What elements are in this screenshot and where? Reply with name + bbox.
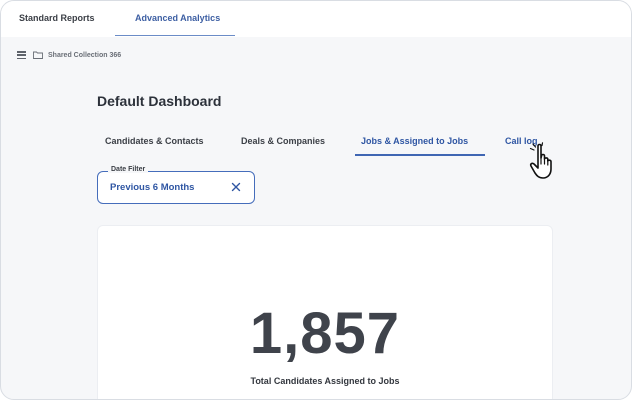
top-tab-bar: Standard Reports Advanced Analytics [1, 1, 631, 37]
collection-name[interactable]: Shared Collection 366 [48, 52, 121, 59]
tab-advanced-analytics[interactable]: Advanced Analytics [135, 13, 220, 23]
tab-candidates-contacts[interactable]: Candidates & Contacts [105, 136, 204, 146]
metric-value: 1,857 [249, 301, 401, 366]
hand-pointer-icon [529, 142, 552, 179]
metric-label: Total Candidates Assigned to Jobs [250, 376, 400, 386]
close-icon[interactable] [230, 181, 242, 193]
tab-jobs-assigned[interactable]: Jobs & Assigned to Jobs [361, 136, 468, 146]
breadcrumb: Shared Collection 366 [17, 49, 121, 61]
tab-deals-companies[interactable]: Deals & Companies [241, 136, 325, 146]
date-filter[interactable]: Date Filter Previous 6 Months [97, 166, 255, 204]
active-tab-indicator [115, 35, 235, 36]
page-title: Default Dashboard [97, 93, 222, 109]
app-window: Standard Reports Advanced Analytics Shar… [0, 0, 632, 400]
tab-standard-reports[interactable]: Standard Reports [19, 13, 95, 23]
hamburger-icon[interactable] [17, 51, 26, 59]
date-filter-value[interactable]: Previous 6 Months [110, 182, 194, 193]
date-filter-label: Date Filter [108, 166, 149, 173]
active-dashboard-tab-indicator [355, 154, 485, 156]
metric-card: 1,857 Total Candidates Assigned to Jobs [97, 225, 553, 399]
folder-icon [33, 51, 43, 59]
